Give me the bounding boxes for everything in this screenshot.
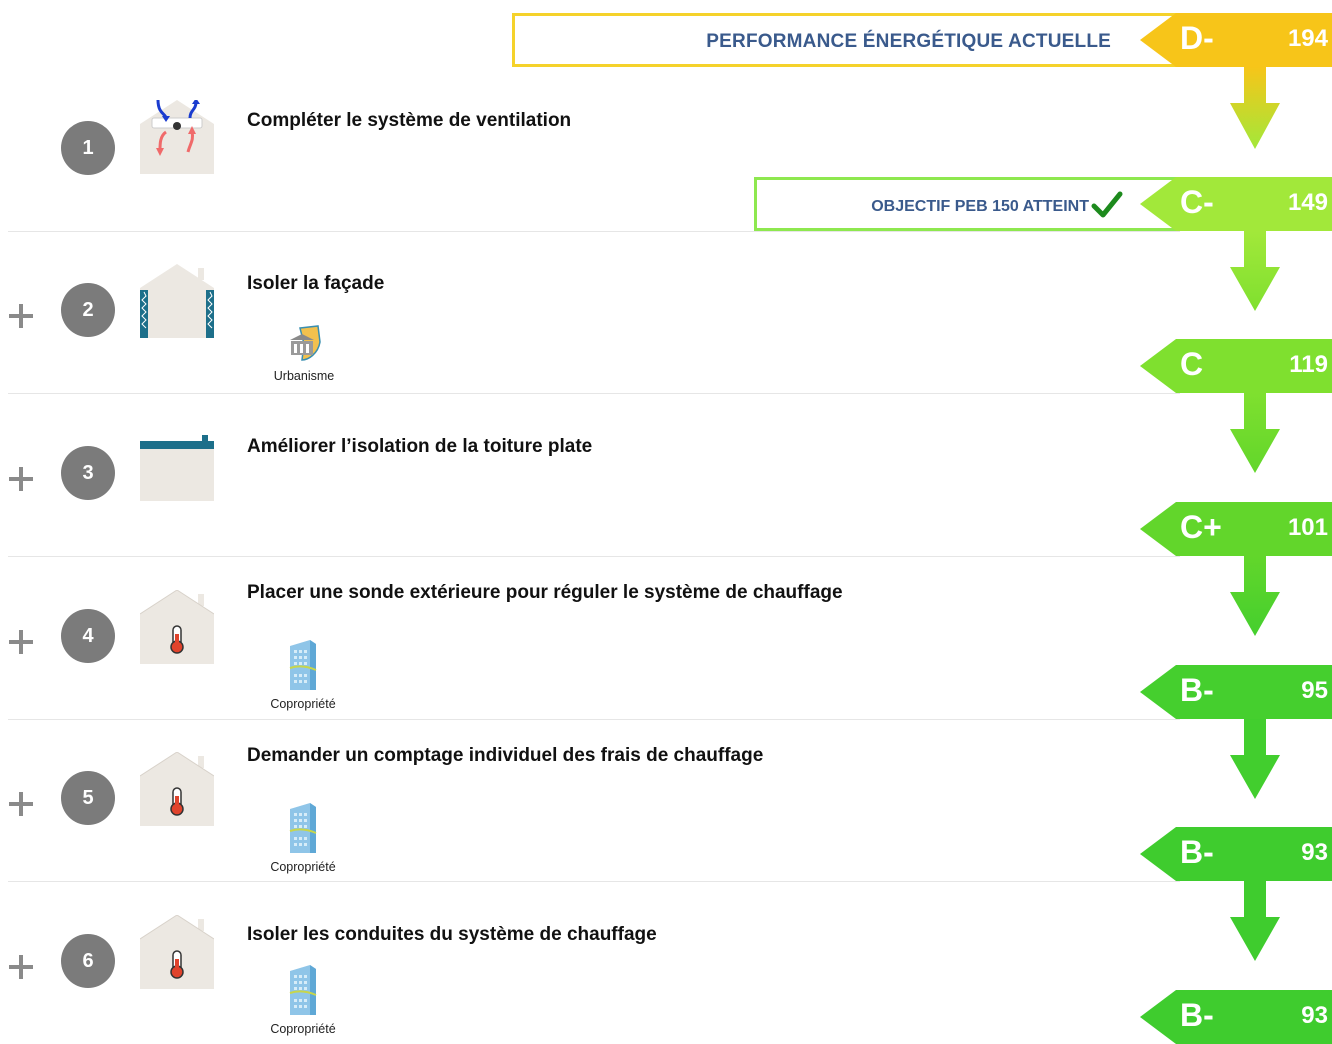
plus-icon: [9, 955, 33, 979]
step-title: Placer une sonde extérieure pour réguler…: [247, 582, 843, 603]
copropriete-badge: Copropriété: [253, 803, 353, 874]
step-number: 6: [61, 934, 115, 988]
step-title: Améliorer l’isolation de la toiture plat…: [247, 436, 593, 457]
row-divider: [8, 719, 1180, 720]
current-performance-title: PERFORMANCE ÉNERGÉTIQUE ACTUELLE: [706, 31, 1111, 52]
check-icon: [1091, 191, 1123, 218]
objective-text: OBJECTIF PEB 150 ATTEINT: [871, 198, 1089, 215]
badge-label: Copropriété: [270, 697, 336, 711]
badge-label: Copropriété: [270, 860, 336, 874]
step-title: Isoler les conduites du système de chauf…: [247, 924, 657, 945]
row-divider: [8, 556, 1180, 557]
label-grade: B-: [1180, 997, 1214, 1033]
label-tag-0: D- 194: [1140, 13, 1332, 67]
down-arrow-icon: [1230, 556, 1280, 636]
step-number: 4: [61, 609, 115, 663]
label-grade: D-: [1180, 20, 1214, 56]
step-title: Compléter le système de ventilation: [247, 110, 572, 131]
flat-roof-icon: [140, 435, 214, 501]
copropriete-badge: Copropriété: [253, 965, 353, 1036]
step-number: 3: [61, 446, 115, 500]
label-value: 119: [1289, 351, 1328, 378]
row-divider: [8, 881, 1180, 882]
label-value: 93: [1301, 839, 1328, 866]
down-arrow-icon: [1230, 719, 1280, 799]
label-value: 93: [1301, 1002, 1328, 1029]
label-value: 101: [1287, 514, 1328, 541]
step-title: Demander un comptage individuel des frai…: [247, 745, 764, 766]
building-icon: [289, 803, 317, 853]
label-tag-6: B- 93: [1140, 990, 1332, 1044]
row-divider: [8, 231, 1180, 232]
copropriete-badge: Copropriété: [253, 640, 353, 711]
step-title: Isoler la façade: [247, 273, 385, 294]
thermometer-house-icon: [140, 590, 214, 664]
urbanisme-badge: Urbanisme: [254, 324, 354, 383]
plus-icon: [9, 304, 33, 328]
badge-label: Urbanisme: [273, 369, 335, 383]
label-grade: C: [1180, 346, 1204, 382]
thermometer-house-icon: [140, 752, 214, 826]
building-icon: [289, 640, 317, 690]
label-value: 95: [1301, 677, 1328, 704]
building-icon: [289, 965, 317, 1015]
label-grade: C+: [1180, 509, 1222, 545]
label-value: 194: [1287, 25, 1328, 52]
thermometer-house-icon: [140, 915, 214, 989]
plus-icon: [9, 630, 33, 654]
label-tag-1: C- 149: [1140, 177, 1332, 231]
step-number: 5: [61, 771, 115, 825]
row-divider: [8, 393, 1180, 394]
label-value: 149: [1287, 189, 1328, 216]
down-arrow-icon: [1230, 67, 1280, 149]
label-tag-4: B- 95: [1140, 665, 1332, 719]
step-number: 2: [61, 283, 115, 337]
label-grade: C-: [1180, 184, 1214, 220]
label-tag-3: C+ 101: [1140, 502, 1332, 556]
down-arrow-icon: [1230, 231, 1280, 311]
plus-icon: [9, 792, 33, 816]
urbanisme-icon: [290, 325, 321, 361]
label-grade: B-: [1180, 672, 1214, 708]
facade-insulation-icon: [140, 264, 214, 338]
objective-box: OBJECTIF PEB 150 ATTEINT: [754, 177, 1202, 231]
current-performance-box: PERFORMANCE ÉNERGÉTIQUE ACTUELLE: [512, 13, 1202, 67]
ventilation-icon: [140, 100, 214, 174]
label-tag-5: B- 93: [1140, 827, 1332, 881]
label-grade: B-: [1180, 834, 1214, 870]
badge-label: Copropriété: [270, 1022, 336, 1036]
step-number: 1: [61, 121, 115, 175]
down-arrow-icon: [1230, 881, 1280, 961]
plus-icon: [9, 467, 33, 491]
label-tag-2: C 119: [1140, 339, 1332, 393]
down-arrow-icon: [1230, 393, 1280, 473]
